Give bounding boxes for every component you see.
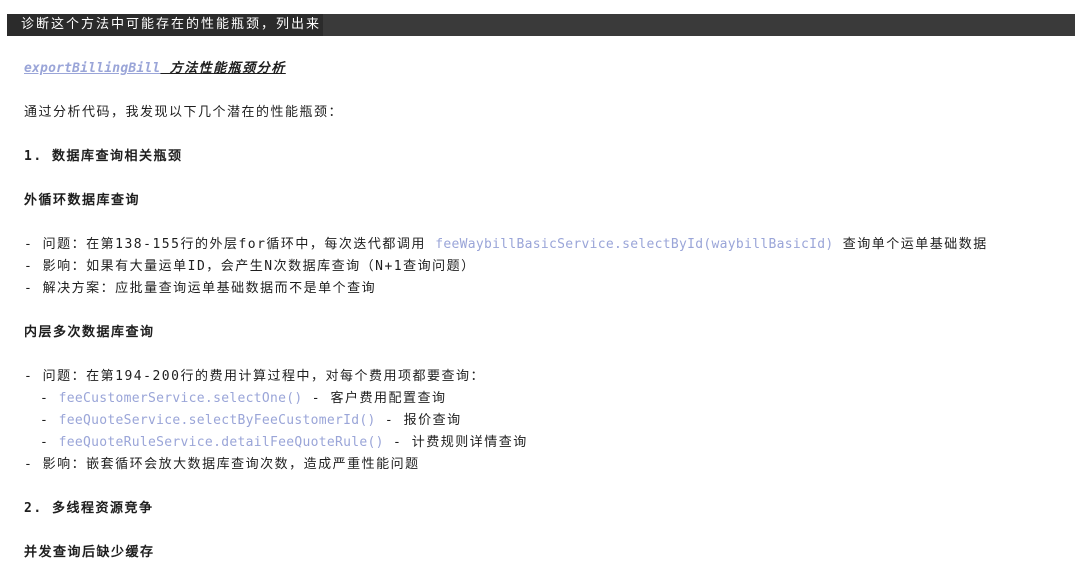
section-heading-db: 1. 数据库查询相关瓶颈 bbox=[24, 149, 183, 164]
user-prompt: 诊断这个方法中可能存在的性能瓶颈，列出来 bbox=[7, 14, 324, 36]
response-title: exportBillingBill 方法性能瓶颈分析 bbox=[24, 58, 1064, 80]
list-item: - feeCustomerService.selectOne() - 客户费用配… bbox=[40, 391, 447, 406]
inner-queries-impact: - 影响：嵌套循环会放大数据库查询次数，造成严重性能问题 bbox=[24, 457, 420, 472]
subheading-outer-loop: 外循环数据库查询 bbox=[24, 193, 141, 208]
problem-suffix: 查询单个运单基础数据 bbox=[833, 237, 988, 252]
code-detailFeeQuoteRule: feeQuoteRuleService.detailFeeQuoteRule() bbox=[58, 435, 384, 450]
outer-loop-problem: - 问题：在第138-155行的外层for循环中，每次迭代都调用 feeWayb… bbox=[24, 234, 1064, 256]
prompt-bar: 诊断这个方法中可能存在的性能瓶颈，列出来 bbox=[7, 14, 1075, 36]
method-name-code: exportBillingBill bbox=[24, 61, 161, 76]
problem-prefix: - 问题：在第138-155行的外层for循环中，每次迭代都调用 bbox=[24, 237, 436, 252]
inner-queries-problem: - 问题：在第194-200行的费用计算过程中，对每个费用项都要查询： bbox=[24, 369, 485, 384]
section-heading-threads: 2. 多线程资源竞争 bbox=[24, 501, 154, 516]
code-selectByFeeCustomerId: feeQuoteService.selectByFeeCustomerId() bbox=[58, 413, 376, 428]
intro-text: 通过分析代码，我发现以下几个潜在的性能瓶颈： bbox=[24, 105, 344, 120]
subheading-cache: 并发查询后缺少缓存 bbox=[24, 545, 155, 560]
outer-loop-solution: - 解决方案：应批量查询运单基础数据而不是单个查询 bbox=[24, 281, 377, 296]
response-content: exportBillingBill 方法性能瓶颈分析 通过分析代码，我发现以下几… bbox=[24, 58, 1064, 564]
list-item: - feeQuoteService.selectByFeeCustomerId(… bbox=[40, 413, 462, 428]
title-text: 方法性能瓶颈分析 bbox=[160, 61, 286, 76]
code-selectById: feeWaybillBasicService.selectById(waybil… bbox=[435, 237, 834, 252]
code-selectOne: feeCustomerService.selectOne() bbox=[58, 391, 303, 406]
subheading-inner-queries: 内层多次数据库查询 bbox=[24, 325, 155, 340]
list-item: - feeQuoteRuleService.detailFeeQuoteRule… bbox=[40, 435, 528, 450]
outer-loop-impact: - 影响：如果有大量运单ID，会产生N次数据库查询（N+1查询问题） bbox=[24, 259, 476, 274]
